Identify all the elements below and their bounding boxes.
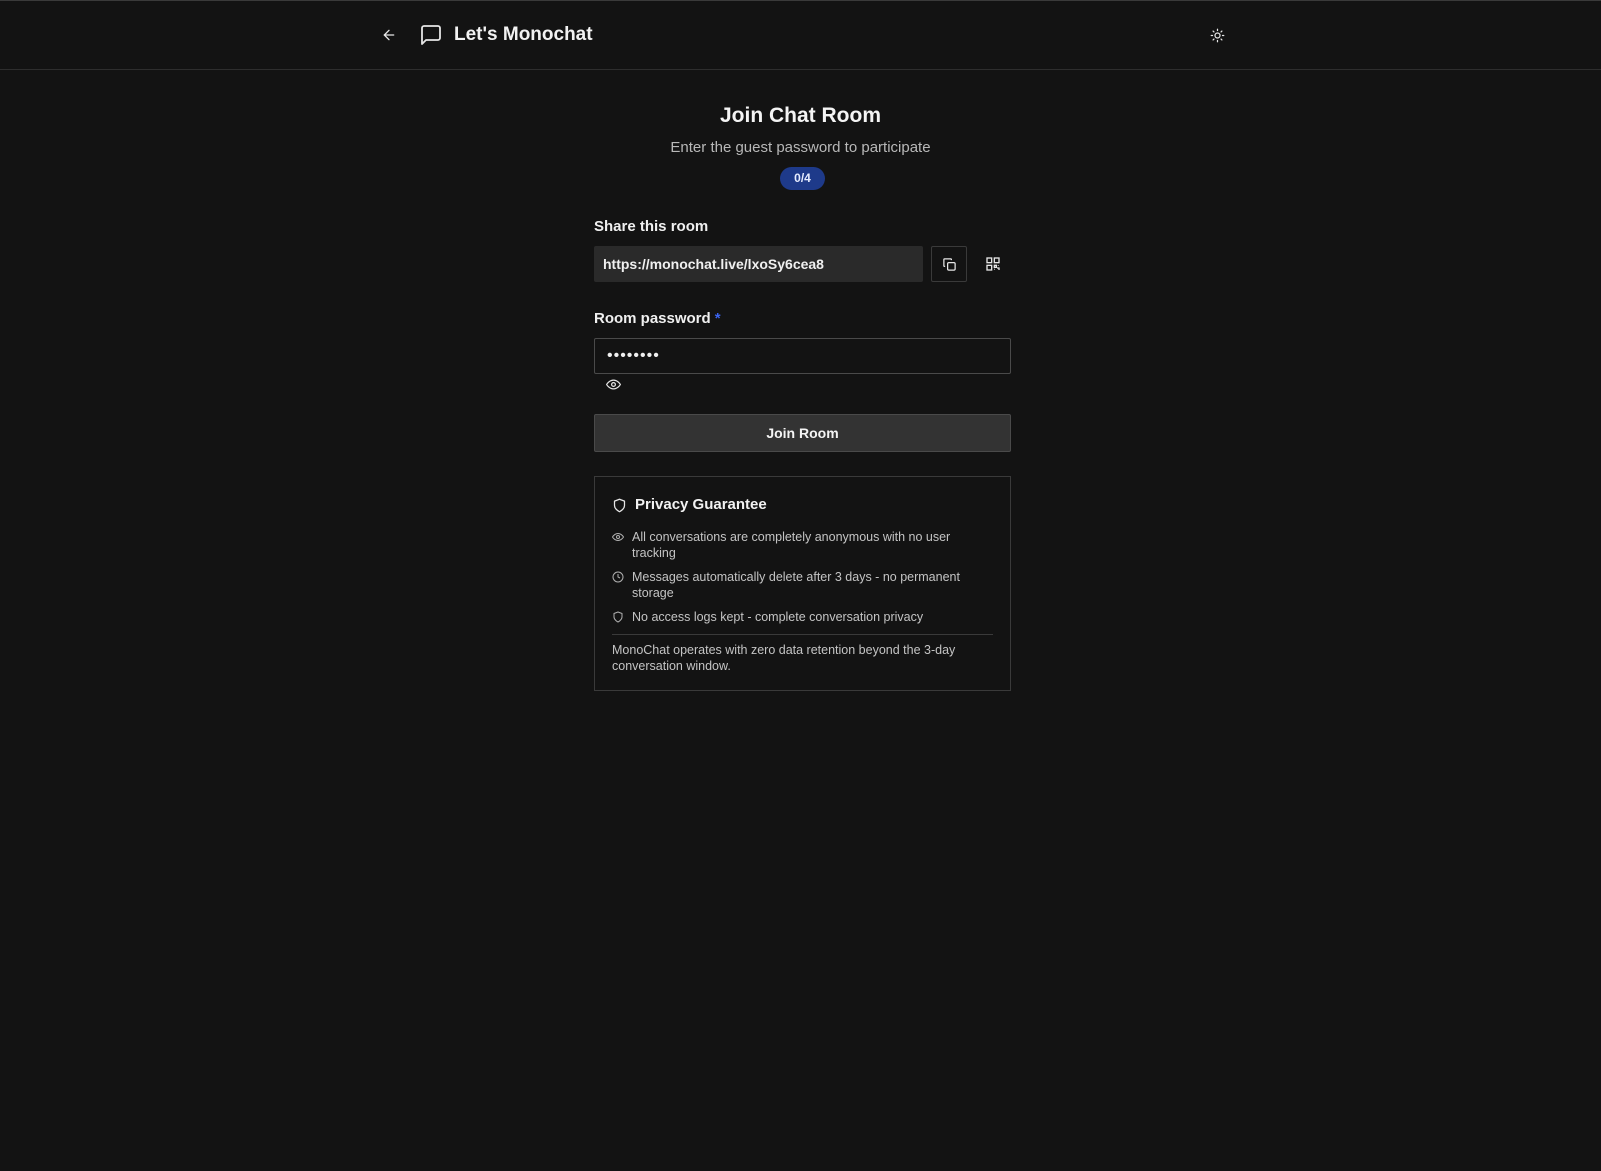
join-room-button[interactable]: Join Room — [594, 414, 1011, 452]
message-square-icon — [421, 25, 441, 45]
theme-toggle-button[interactable] — [1207, 25, 1227, 45]
page-subtitle: Enter the guest password to participate — [670, 139, 931, 156]
qr-code-icon — [986, 257, 1000, 271]
room-password-label: Room password * — [594, 309, 721, 329]
privacy-title: Privacy Guarantee — [635, 496, 767, 513]
room-password-input[interactable] — [594, 338, 1011, 374]
qr-code-button[interactable] — [975, 246, 1011, 282]
shield-icon — [613, 498, 626, 512]
clock-icon — [612, 571, 624, 583]
privacy-footer-note: MonoChat operates with zero data retenti… — [612, 643, 956, 673]
privacy-header: Privacy Guarantee — [612, 495, 767, 515]
show-password-toggle[interactable] — [603, 376, 623, 392]
participant-count-badge: 0/4 — [780, 167, 825, 190]
privacy-item-text: Messages automatically delete after 3 da… — [632, 570, 960, 600]
share-url-field[interactable] — [594, 246, 923, 282]
room-password-label-text: Room password — [594, 310, 711, 327]
back-button[interactable] — [378, 24, 400, 46]
top-bar: Let's Monochat — [0, 0, 1601, 70]
sun-icon — [1210, 28, 1224, 42]
eye-icon — [605, 378, 621, 390]
privacy-item: Messages automatically delete after 3 da… — [612, 569, 992, 601]
arrow-left-icon — [383, 29, 395, 41]
copy-link-button[interactable] — [931, 246, 967, 282]
required-indicator: * — [714, 310, 721, 327]
privacy-item-text: No access logs kept - complete conversat… — [632, 610, 924, 624]
divider — [612, 634, 993, 635]
app-title: Let's Monochat — [454, 24, 593, 45]
privacy-item-text: All conversations are completely anonymo… — [632, 530, 951, 560]
privacy-item: All conversations are completely anonymo… — [612, 529, 992, 561]
copy-icon — [942, 257, 956, 271]
privacy-guarantee-card: Privacy Guarantee All conversations are … — [594, 476, 1011, 691]
share-room-label: Share this room — [594, 218, 709, 235]
privacy-item: No access logs kept - complete conversat… — [612, 609, 992, 625]
shield-icon — [613, 611, 623, 623]
eye-icon — [612, 532, 624, 542]
page-title: Join Chat Room — [720, 104, 881, 127]
